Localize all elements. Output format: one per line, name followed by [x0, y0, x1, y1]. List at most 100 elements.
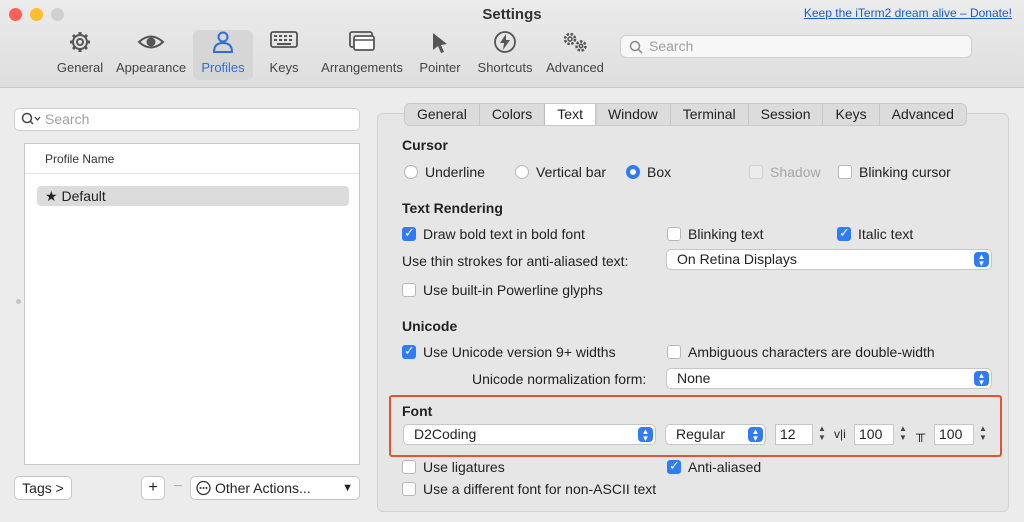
- gear-icon: [52, 30, 108, 60]
- unicode-normalization-select[interactable]: None ▲ ▼: [666, 368, 992, 389]
- select-value: Regular: [676, 426, 726, 442]
- font-size-stepper[interactable]: ▲ ▼: [816, 424, 828, 445]
- profile-search-input[interactable]: Search: [14, 108, 360, 131]
- tab-general[interactable]: General: [405, 104, 480, 125]
- non-ascii-font-checkbox[interactable]: Use a different font for non-ASCII text: [402, 481, 656, 497]
- unicode-section-title: Unicode: [402, 318, 458, 334]
- checkbox-label: Blinking cursor: [859, 164, 951, 180]
- toolbar-keys[interactable]: Keys: [262, 30, 306, 80]
- search-icon: [629, 39, 643, 60]
- toolbar-appearance[interactable]: Appearance: [114, 30, 188, 80]
- unicode-9-widths-checkbox[interactable]: Use Unicode version 9+ widths: [402, 343, 616, 360]
- toolbar-arrangements-label: Arrangements: [321, 60, 403, 75]
- tab-colors[interactable]: Colors: [480, 104, 546, 125]
- horizontal-spacing-field[interactable]: 100: [854, 424, 894, 445]
- checkbox-indicator: [667, 458, 681, 474]
- split-divider-handle[interactable]: [16, 299, 21, 304]
- search-icon: [21, 111, 41, 133]
- thin-strokes-label: Use thin strokes for anti-aliased text:: [402, 253, 629, 269]
- updown-arrows-icon: ▲ ▼: [748, 427, 763, 443]
- checkbox-label: Use ligatures: [423, 459, 505, 475]
- checkbox-indicator: [402, 225, 416, 241]
- toolbar-pointer[interactable]: Pointer: [416, 30, 464, 80]
- checkbox-indicator: [402, 482, 416, 496]
- radio-indicator: [626, 165, 640, 179]
- toolbar-pointer-label: Pointer: [419, 60, 461, 75]
- radio-label: Box: [647, 164, 672, 180]
- cursor-vertical-bar-radio[interactable]: Vertical bar: [515, 164, 606, 180]
- bold-font-checkbox[interactable]: Draw bold text in bold font: [402, 225, 585, 242]
- vertical-spacing-icon: ╥: [916, 426, 926, 441]
- blinking-cursor-checkbox[interactable]: Blinking cursor: [838, 164, 951, 180]
- tags-button[interactable]: Tags >: [14, 476, 72, 500]
- star-icon: ★: [45, 188, 58, 204]
- checkbox-label: Italic text: [858, 226, 914, 242]
- font-style-select[interactable]: Regular ▲ ▼: [665, 424, 766, 445]
- checkbox-indicator: [667, 345, 681, 359]
- chevron-down-icon: ▼: [342, 482, 353, 494]
- checkbox-label: Ambiguous characters are double-width: [688, 344, 935, 360]
- tab-text[interactable]: Text: [545, 104, 596, 125]
- toolbar-advanced[interactable]: Advanced: [544, 30, 606, 80]
- tab-window[interactable]: Window: [596, 104, 671, 125]
- toolbar-shortcuts-label: Shortcuts: [477, 60, 533, 75]
- toolbar-shortcuts[interactable]: Shortcuts: [474, 30, 536, 80]
- checkbox-indicator: [837, 225, 851, 241]
- anti-aliased-checkbox[interactable]: Anti-aliased: [667, 458, 762, 475]
- tab-keys[interactable]: Keys: [823, 104, 880, 125]
- checkbox-indicator: [749, 165, 763, 179]
- text-rendering-section-title: Text Rendering: [402, 200, 503, 216]
- cursor-box-radio[interactable]: Box: [626, 164, 671, 180]
- checkbox-label: Blinking text: [688, 226, 764, 242]
- vertical-spacing-field[interactable]: 100: [934, 424, 974, 445]
- checkbox-label: Draw bold text in bold font: [423, 226, 585, 242]
- toolbar-profiles[interactable]: Profiles: [193, 30, 253, 80]
- updown-arrows-icon: ▲ ▼: [974, 371, 989, 387]
- thin-strokes-select[interactable]: On Retina Displays ▲ ▼: [666, 249, 992, 270]
- toolbar-arrangements[interactable]: Arrangements: [318, 30, 406, 80]
- other-actions-button[interactable]: Other Actions... ▼: [190, 476, 360, 500]
- gears-icon: [544, 30, 606, 60]
- tab-advanced[interactable]: Advanced: [880, 104, 966, 125]
- profile-list-item[interactable]: ★ Default: [37, 186, 349, 206]
- radio-indicator: [404, 165, 418, 179]
- cursor-underline-radio[interactable]: Underline: [404, 164, 485, 180]
- cursor-section-title: Cursor: [402, 137, 448, 153]
- toolbar-advanced-label: Advanced: [546, 60, 604, 75]
- blinking-text-checkbox[interactable]: Blinking text: [667, 226, 763, 242]
- profile-name-column-header[interactable]: Profile Name: [25, 144, 359, 174]
- ligatures-checkbox[interactable]: Use ligatures: [402, 459, 505, 475]
- radio-indicator: [515, 165, 529, 179]
- checkbox-indicator: [402, 460, 416, 474]
- shadow-checkbox[interactable]: Shadow: [749, 164, 821, 180]
- windows-icon: [318, 30, 406, 60]
- powerline-glyphs-checkbox[interactable]: Use built-in Powerline glyphs: [402, 282, 603, 298]
- profile-list: Profile Name ★ Default: [24, 143, 360, 465]
- font-family-select[interactable]: D2Coding ▲ ▼: [403, 424, 656, 445]
- profile-search-placeholder: Search: [45, 111, 90, 127]
- vertical-spacing-stepper[interactable]: ▲ ▼: [977, 424, 989, 445]
- toolbar-general[interactable]: General: [52, 30, 108, 80]
- tab-session[interactable]: Session: [749, 104, 824, 125]
- radio-label: Underline: [425, 164, 485, 180]
- unicode-normalization-label: Unicode normalization form:: [472, 371, 647, 387]
- font-section-title: Font: [402, 403, 433, 419]
- add-profile-button[interactable]: +: [141, 476, 165, 500]
- italic-text-checkbox[interactable]: Italic text: [837, 225, 914, 242]
- donate-link[interactable]: Keep the iTerm2 dream alive – Donate!: [804, 6, 1012, 20]
- checkbox-indicator: [667, 227, 681, 241]
- toolbar-search-input[interactable]: Search: [620, 35, 972, 58]
- checkbox-label: Use a different font for non-ASCII text: [423, 481, 657, 497]
- updown-arrows-icon: ▲ ▼: [638, 427, 653, 443]
- checkbox-indicator: [402, 283, 416, 297]
- horizontal-spacing-stepper[interactable]: ▲ ▼: [897, 424, 909, 445]
- select-value: D2Coding: [414, 426, 477, 442]
- profile-name: Default: [61, 188, 106, 204]
- checkbox-label: Use built-in Powerline glyphs: [423, 282, 603, 298]
- checkbox-label: Anti-aliased: [688, 459, 762, 475]
- ambiguous-double-width-checkbox[interactable]: Ambiguous characters are double-width: [667, 344, 935, 360]
- font-size-field[interactable]: 12: [775, 424, 813, 445]
- tab-terminal[interactable]: Terminal: [671, 104, 749, 125]
- remove-profile-button[interactable]: −: [167, 476, 189, 500]
- toolbar-profiles-label: Profiles: [201, 60, 245, 75]
